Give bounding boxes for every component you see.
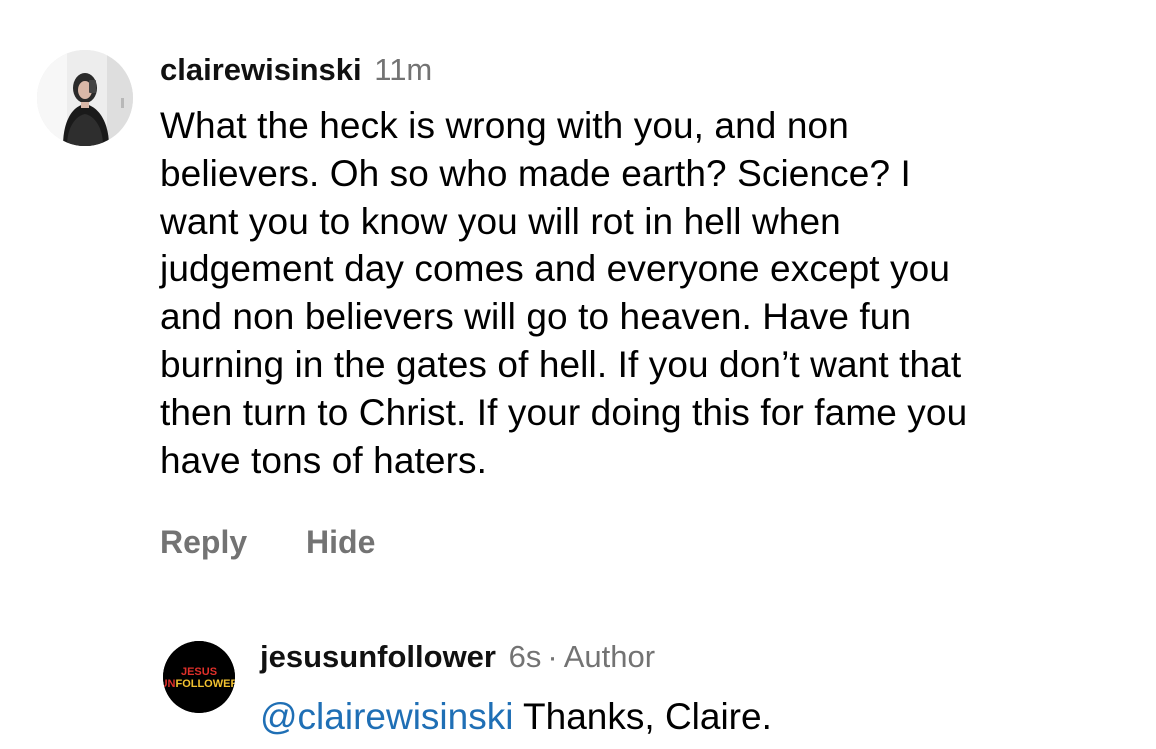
logo-line-2-yellow: FOLLOWER <box>175 678 235 690</box>
svg-text:UNFOLLOWER: UNFOLLOWER <box>163 678 235 690</box>
author-avatar[interactable]: JESUS UNFOLLOWER <box>163 641 235 713</box>
comment-actions: Reply Hide <box>160 524 1140 561</box>
jesus-unfollower-logo-icon: JESUS UNFOLLOWER <box>163 641 235 713</box>
reply-body: jesusunfollower 6s · Author @clairewisinsk… <box>260 637 1120 739</box>
reply-text: @clairewisinski Thanks, Claire. <box>260 695 1120 739</box>
comment-text: What the heck is wrong with you, and non… <box>160 105 968 481</box>
hide-button[interactable]: Hide <box>306 524 375 560</box>
logo-line-2-red: UN <box>163 678 176 690</box>
reply-button[interactable]: Reply <box>160 524 247 560</box>
profile-photo-icon <box>37 50 133 146</box>
timestamp: 11m <box>374 52 433 87</box>
username[interactable]: clairewisinski <box>160 52 362 87</box>
reply-header: jesusunfollower 6s · Author <box>260 637 1120 677</box>
logo-line-1: JESUS <box>181 666 217 678</box>
comment-header: clairewisinski 11m <box>160 50 1140 90</box>
author-tag: Author <box>563 639 656 674</box>
reply-timestamp: 6s <box>508 639 542 674</box>
avatar[interactable] <box>37 50 133 146</box>
comment-body: clairewisinski 11m What the heck is wron… <box>160 50 1140 561</box>
reply-username[interactable]: jesusunfollower <box>260 639 496 674</box>
reply-message: Thanks, Claire. <box>513 696 772 737</box>
mention-link[interactable]: @clairewisinski <box>260 696 513 737</box>
separator-dot: · <box>547 639 558 674</box>
